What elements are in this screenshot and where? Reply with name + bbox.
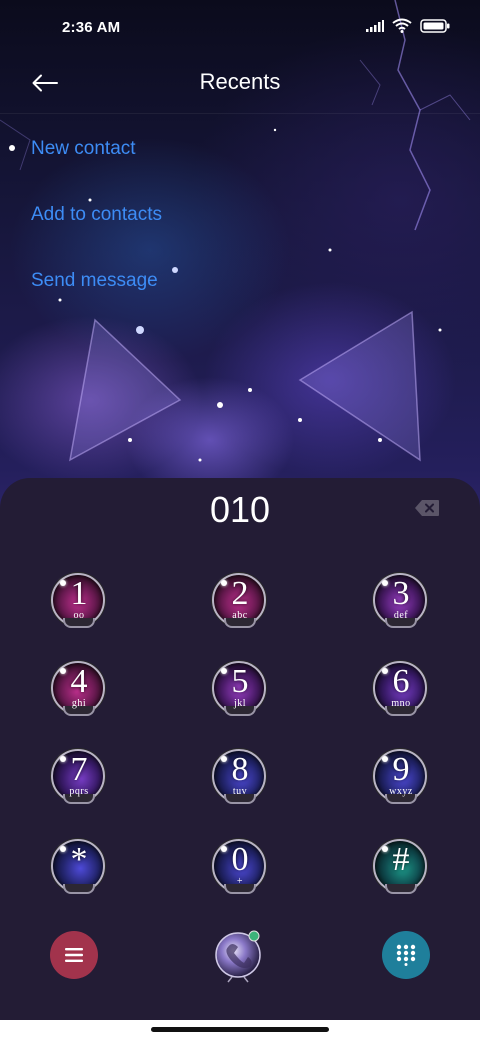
key-digit: 1: [70, 575, 88, 612]
call-orb-icon: [215, 930, 261, 983]
battery-icon: [420, 18, 450, 33]
key-six[interactable]: 6 mno: [372, 660, 430, 718]
status-time: 2:36 AM: [62, 19, 121, 36]
key-letters: +: [236, 876, 244, 887]
key-stand: [385, 884, 417, 894]
new-contact-link[interactable]: New contact: [31, 138, 162, 204]
key-digit: 3: [392, 575, 410, 612]
key-letters: wxyz: [389, 786, 413, 797]
key-digit: *: [70, 841, 88, 878]
key-letters: mno: [391, 698, 411, 709]
key-two[interactable]: 2 abc: [211, 572, 269, 630]
signal-icon: [366, 19, 384, 32]
key-five[interactable]: 5 jkl: [211, 660, 269, 718]
key-hash[interactable]: #: [372, 838, 430, 896]
send-message-link[interactable]: Send message: [31, 270, 162, 336]
key-letters: def: [393, 610, 409, 621]
key-digit: 5: [231, 663, 249, 700]
page-title: Recents: [199, 69, 281, 94]
status-bar: 2:36 AM: [0, 0, 480, 56]
key-stand: [63, 884, 95, 894]
key-digit: 0: [231, 841, 249, 878]
key-digit: 2: [231, 575, 249, 612]
key-digit: #: [392, 841, 410, 878]
key-zero[interactable]: 0 +: [211, 838, 269, 896]
key-letters: jkl: [233, 698, 247, 709]
key-digit: 9: [392, 751, 410, 788]
keypad-toggle-button[interactable]: [382, 931, 430, 979]
menu-icon: [65, 948, 83, 962]
key-seven[interactable]: 7 pqrs: [50, 748, 108, 806]
add-to-contacts-link[interactable]: Add to contacts: [31, 204, 162, 270]
backspace-icon[interactable]: [414, 499, 440, 517]
key-three[interactable]: 3 def: [372, 572, 430, 630]
key-letters: abc: [232, 610, 248, 621]
keypad-icon: [396, 944, 416, 966]
key-eight[interactable]: 8 tuv: [211, 748, 269, 806]
key-digit: 4: [70, 663, 88, 700]
key-letters: oo: [73, 610, 85, 621]
key-one[interactable]: 1 oo: [50, 572, 108, 630]
action-list: New contact Add to contacts Send message: [31, 138, 162, 336]
wifi-icon: [392, 18, 412, 33]
dialed-number: 010: [209, 489, 271, 530]
key-digit: 7: [70, 751, 88, 788]
header: Recents: [0, 56, 480, 114]
home-indicator[interactable]: [151, 1027, 329, 1032]
status-icons: [366, 18, 450, 33]
key-letters: tuv: [232, 786, 248, 797]
key-four[interactable]: 4 ghi: [50, 660, 108, 718]
key-letters: pqrs: [69, 786, 89, 797]
key-digit: 8: [231, 751, 249, 788]
menu-button[interactable]: [50, 931, 98, 979]
key-nine[interactable]: 9 wxyz: [372, 748, 430, 806]
navigation-bar: [0, 1020, 480, 1040]
call-button[interactable]: [214, 927, 266, 983]
key-letters: ghi: [71, 698, 87, 709]
key-star[interactable]: *: [50, 838, 108, 896]
key-digit: 6: [392, 663, 410, 700]
